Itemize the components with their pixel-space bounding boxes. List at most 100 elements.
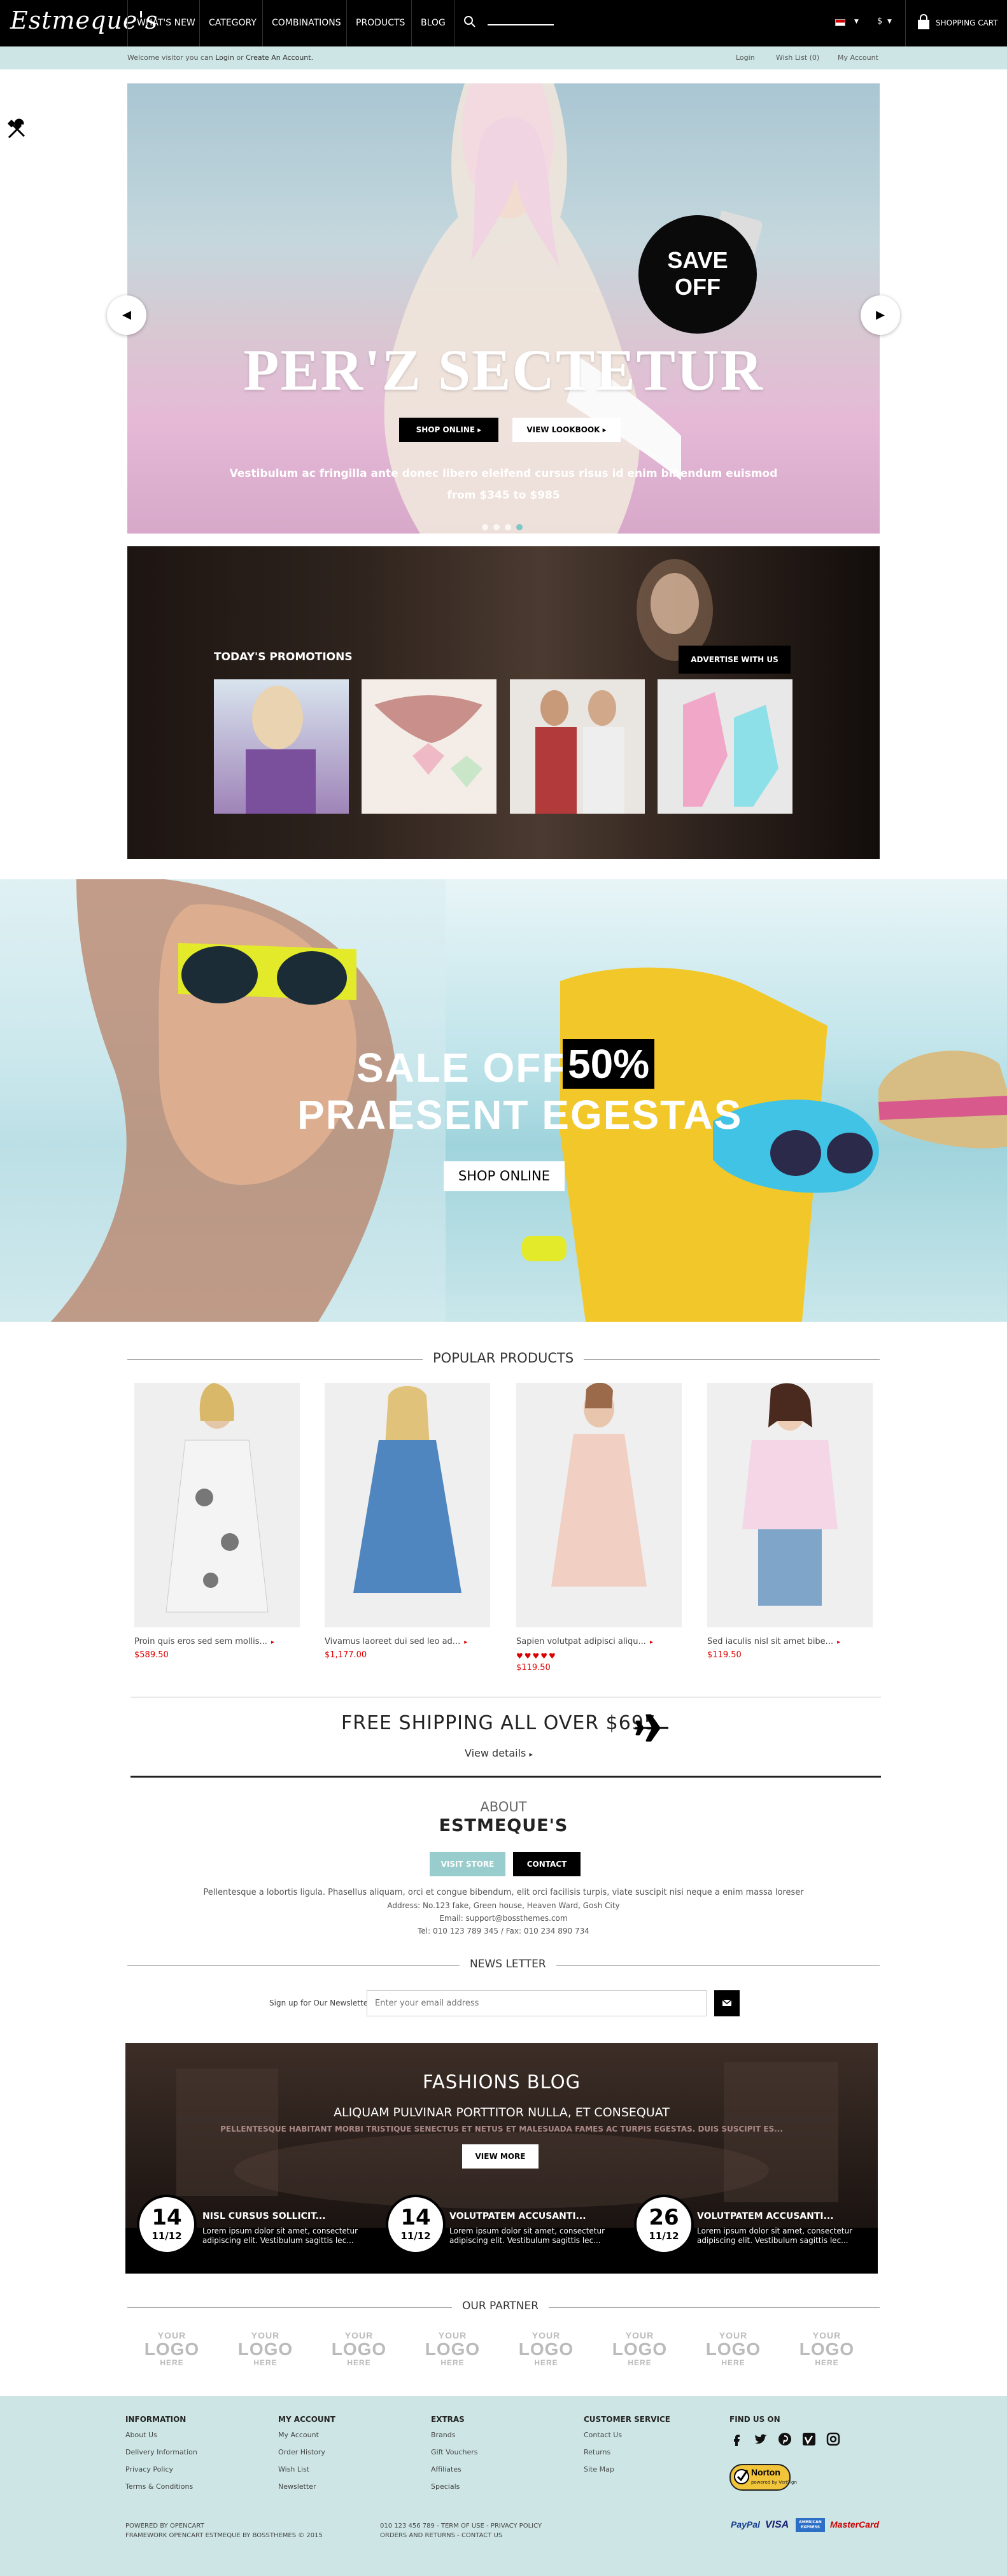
product-name-1-text[interactable]: Proin quis eros sed sem mollis... [134,1637,267,1646]
blog-post-3-date: 26 11/12 [634,2195,694,2254]
facebook-icon[interactable] [729,2432,743,2446]
footer-terms[interactable]: Terms & Conditions [125,2482,193,2491]
footer-delivery[interactable]: Delivery Information [125,2448,197,2456]
twitter-icon[interactable] [754,2432,768,2446]
footer-affiliates[interactable]: Affiliates [431,2465,461,2473]
partner-logo-4[interactable]: YOUR LOGO HERE [419,2330,486,2367]
product-name-3-text[interactable]: Sapien volutpat adipisci aliqu... [516,1637,646,1646]
nav-blog[interactable]: BLOG [411,0,455,46]
slider-dot-2[interactable] [493,524,500,530]
product-name-4-text[interactable]: Sed iaculis nisl sit amet bibe... [707,1637,833,1646]
create-account-link[interactable]: Create An Account. [246,53,313,62]
hero-subtitle: Vestibulum ac fringilla ante donec liber… [223,463,784,506]
post-1-month: 11/12 [151,2230,182,2242]
footer-order-history[interactable]: Order History [278,2448,325,2456]
norton-label: Norton [751,2467,780,2477]
view-details-text[interactable]: View details [465,1747,526,1759]
product-image-4[interactable] [707,1383,873,1627]
promo-thumb-1[interactable] [214,679,349,814]
currency-selector[interactable]: $ [877,17,882,26]
hero-shop-online-button[interactable]: SHOP ONLINE ▸ [399,418,498,442]
footer-about-us[interactable]: About Us [125,2431,157,2439]
product-3-caret-icon: ▸ [649,1639,653,1646]
blog-post-1-title[interactable]: NISL CURSUS SOLLICIT... [202,2211,326,2221]
top-account-link[interactable]: My Account [838,53,878,62]
slider-next-arrow-icon[interactable]: ▶ [861,295,900,335]
vimeo-icon[interactable] [802,2432,816,2446]
product-name-2-text[interactable]: Vivamus laoreet dui sed leo ad... [325,1637,460,1646]
about-text: Pellentesque a lobortis ligula. Phasellu… [203,1888,804,1897]
product-name-2[interactable]: Vivamus laoreet dui sed leo ad... ▸ [325,1637,467,1646]
newsletter-submit-button[interactable] [714,1990,740,2016]
currency-caret-icon[interactable]: ▼ [887,18,892,25]
product-2-caret-icon: ▸ [464,1639,468,1646]
airplane-icon [635,1714,668,1742]
footer-contact-line-2[interactable]: ORDERS AND RETURNS - CONTACT US [380,2532,502,2539]
promo-thumb-3[interactable] [510,679,645,814]
hero-lookbook-label: VIEW LOOKBOOK [526,425,600,434]
product-name-1[interactable]: Proin quis eros sed sem mollis... ▸ [134,1637,274,1646]
product-name-4[interactable]: Sed iaculis nisl sit amet bibe... ▸ [707,1637,840,1646]
footer-contact-line-1[interactable]: 010 123 456 789 - TERM OF USE - PRIVACY … [380,2523,542,2530]
nav-category[interactable]: CATEGORY [199,0,265,46]
language-caret-icon[interactable]: ▼ [854,18,859,25]
footer-returns[interactable]: Returns [584,2448,610,2456]
shopping-bag-icon[interactable] [917,14,931,31]
product-image-2[interactable] [325,1383,490,1627]
tools-icon[interactable] [5,118,28,141]
product-image-3[interactable] [516,1383,682,1627]
language-flag-icon[interactable] [835,19,845,26]
footer-brands[interactable]: Brands [431,2431,456,2439]
partner-logo-line-3: HERE [815,2358,839,2367]
footer-wish-list[interactable]: Wish List [278,2465,309,2473]
partner-logo-6[interactable]: YOUR LOGO HERE [607,2330,673,2367]
partner-logo-5[interactable]: YOUR LOGO HERE [513,2330,579,2367]
footer-my-account[interactable]: My Account [278,2431,319,2439]
slider-dot-4-active[interactable] [516,524,523,530]
visit-store-button[interactable]: VISIT STORE [430,1852,505,1876]
footer-newsletter[interactable]: Newsletter [278,2482,316,2491]
product-name-3[interactable]: Sapien volutpat adipisci aliqu... ▸ [516,1637,653,1646]
partner-logo-2[interactable]: YOUR LOGO HERE [232,2330,299,2367]
footer-gift-vouchers[interactable]: Gift Vouchers [431,2448,477,2456]
blog-post-2-title[interactable]: VOLUTPATEM ACCUSANTI... [449,2211,586,2221]
instagram-icon[interactable] [826,2432,840,2446]
cart-label[interactable]: SHOPPING CART [936,18,998,27]
nav-products[interactable]: PRODUCTS [346,0,414,46]
advertise-with-us-button[interactable]: ADVERTISE WITH US [679,646,791,674]
newsletter-email-input[interactable] [367,1990,707,2016]
slider-dot-1[interactable] [482,524,488,530]
nav-whats-new[interactable]: WHAT'S NEW [127,0,204,46]
footer-site-map[interactable]: Site Map [584,2465,614,2473]
slider-dot-3[interactable] [505,524,511,530]
free-shipping-title: FREE SHIPPING ALL OVER $695 [341,1712,658,1734]
search-icon[interactable] [462,14,477,29]
promo-thumb-4[interactable] [658,679,792,814]
partner-logo-1[interactable]: YOUR LOGO HERE [139,2330,205,2367]
top-login-link[interactable]: Login [736,53,755,62]
footer-contact-us[interactable]: Contact Us [584,2431,622,2439]
search-input[interactable] [488,24,554,25]
partner-logo-8[interactable]: YOUR LOGO HERE [794,2330,860,2367]
partner-logo-7[interactable]: YOUR LOGO HERE [700,2330,766,2367]
welcome-login-link[interactable]: Login [215,53,234,62]
footer-privacy[interactable]: Privacy Policy [125,2465,173,2473]
blog-view-more-button[interactable]: VIEW MORE [462,2144,539,2169]
pinterest-icon[interactable] [778,2432,792,2446]
hero-view-lookbook-button[interactable]: VIEW LOOKBOOK ▸ [512,418,621,442]
view-details-link[interactable]: View details ▸ [465,1747,533,1759]
post-2-month: 11/12 [400,2230,431,2242]
slider-prev-arrow-icon[interactable]: ◀ [107,295,146,335]
footer-specials[interactable]: Specials [431,2482,460,2491]
blog-post-2-date: 14 11/12 [386,2195,446,2254]
popular-products-title: POPULAR PRODUCTS [423,1350,584,1366]
promo-thumb-2[interactable] [362,679,496,814]
top-wishlist-link[interactable]: Wish List (0) [776,53,819,62]
sale-shop-online-button[interactable]: SHOP ONLINE [444,1161,565,1191]
contact-button[interactable]: CONTACT [513,1852,581,1876]
product-image-1[interactable] [134,1383,300,1627]
nav-combinations[interactable]: COMBINATIONS [262,0,350,46]
partner-logo-3[interactable]: YOUR LOGO HERE [326,2330,392,2367]
blog-post-3-title[interactable]: VOLUTPATEM ACCUSANTI... [697,2211,834,2221]
newsletter-label: Sign up for Our Newsletter [269,1999,372,2007]
